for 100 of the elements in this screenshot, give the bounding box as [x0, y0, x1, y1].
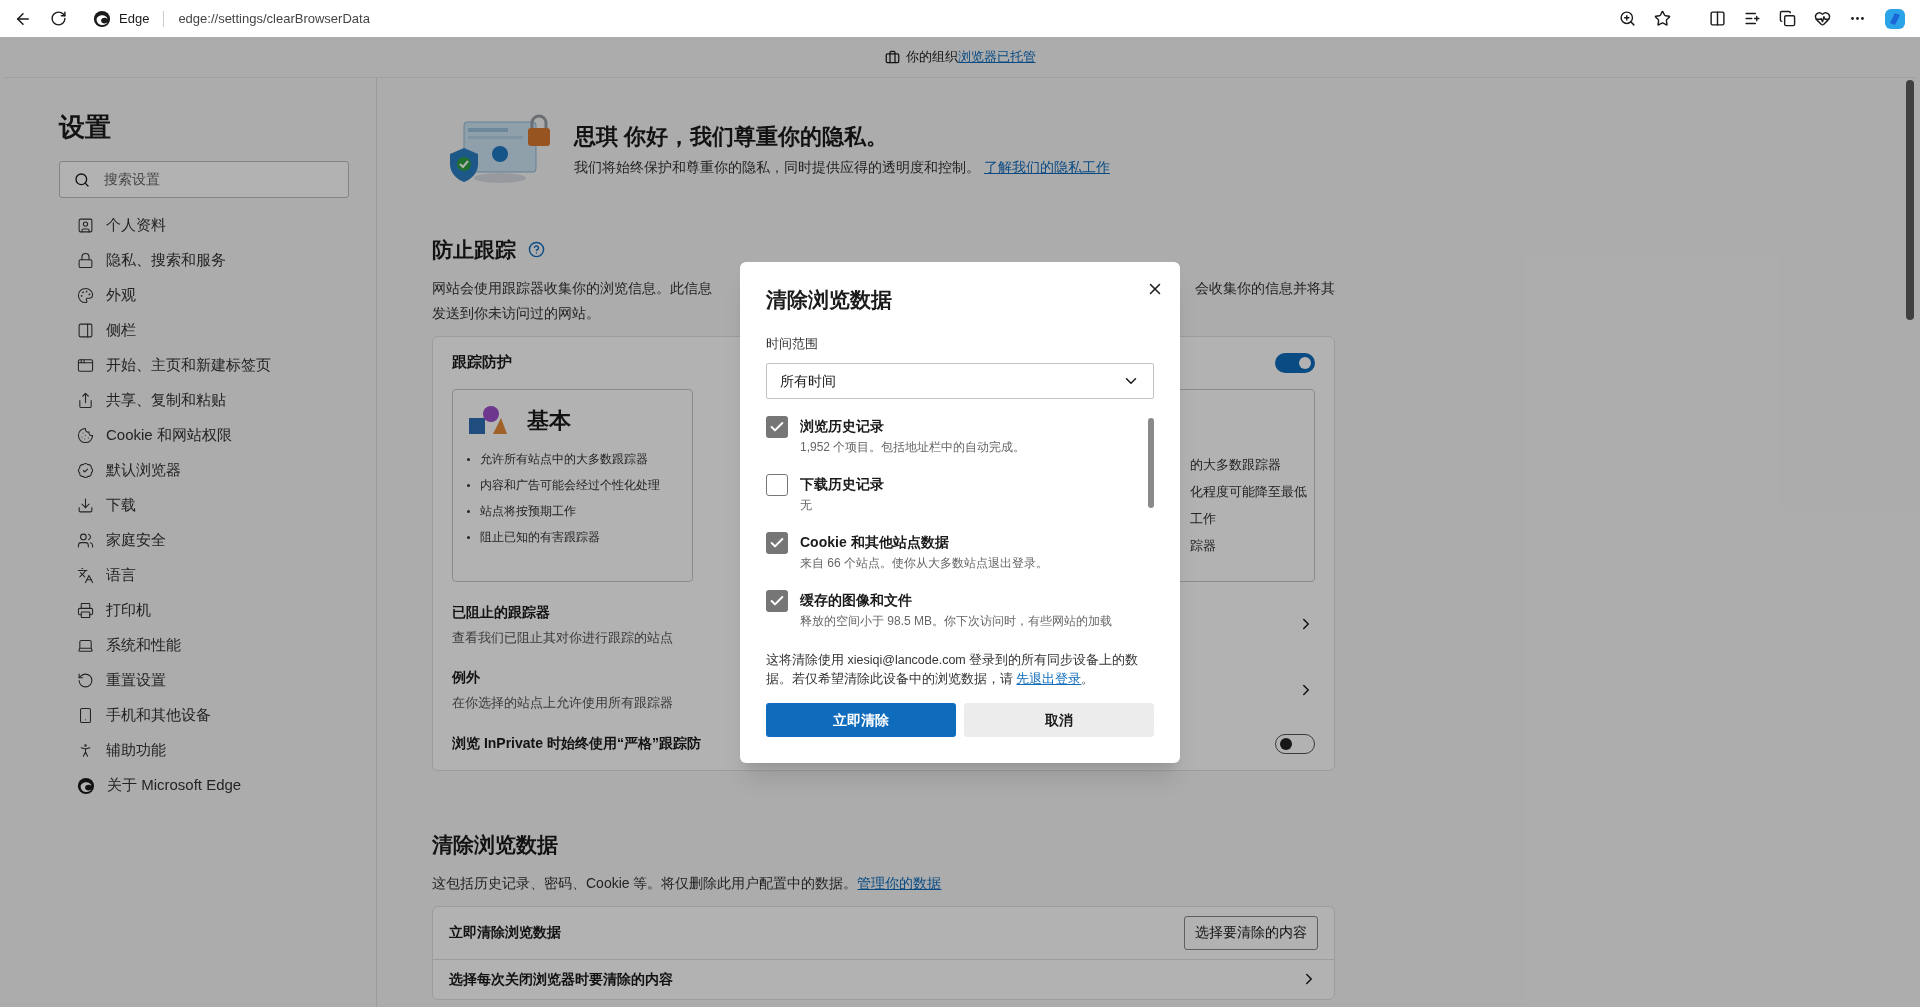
checkbox[interactable]: [766, 590, 788, 612]
level-bullet: 踪器: [1190, 537, 1217, 555]
sidebar-item[interactable]: Cookie 和网站权限: [59, 418, 376, 453]
checkbox[interactable]: [766, 416, 788, 438]
checkbox-detail: 来自 66 个站点。使你从大多数站点退出登录。: [800, 555, 1048, 571]
split-screen-icon[interactable]: [1709, 10, 1726, 27]
clear-now-button[interactable]: 立即清除: [766, 703, 956, 737]
favorite-star-icon[interactable]: [1654, 10, 1671, 27]
sidebar-item[interactable]: 隐私、搜索和服务: [59, 243, 376, 278]
sidebar-item[interactable]: 个人资料: [59, 208, 376, 243]
sidebar-item[interactable]: 辅助功能: [59, 733, 376, 768]
cookie-icon: [77, 427, 94, 444]
zoom-icon[interactable]: [1619, 10, 1636, 27]
sidebar-item[interactable]: 外观: [59, 278, 376, 313]
tracking-description: 网站会使用跟踪器收集你的浏览信息。此信息: [432, 278, 712, 298]
section-title: 清除浏览数据: [432, 832, 559, 858]
level-title: 基本: [527, 407, 571, 435]
managed-link[interactable]: 浏览器已托管: [957, 49, 1036, 65]
privacy-link[interactable]: 了解我们的隐私工作: [983, 159, 1110, 175]
sidebar-item[interactable]: 共享、复制和粘贴: [59, 383, 376, 418]
time-range-dropdown[interactable]: 所有时间: [766, 363, 1154, 399]
managed-notice: 你的组织浏览器已托管: [905, 48, 1036, 67]
sidebar-item[interactable]: 重置设置: [59, 663, 376, 698]
sidebar-item[interactable]: 侧栏: [59, 313, 376, 348]
printer-icon: [77, 602, 94, 619]
palette-icon: [77, 287, 94, 304]
level-bullet: 阻止已知的有害跟踪器: [480, 528, 600, 546]
level-bullet: 化程度可能降至最低: [1190, 483, 1308, 501]
toggle-switch[interactable]: [1275, 352, 1315, 373]
sidebar-item[interactable]: 打印机: [59, 593, 376, 628]
dialog-title: 清除浏览数据: [766, 287, 892, 313]
setting-label: 浏览 InPrivate 时始终使用“严格”跟踪防: [452, 734, 701, 753]
profile-icon: [77, 217, 94, 234]
checkbox-detail: 释放的空间小于 98.5 MB。你下次访问时，有些网站的加载: [800, 613, 1113, 629]
privacy-title: 思琪 你好，我们尊重你的隐私。: [574, 123, 890, 151]
sidebar-item[interactable]: 家庭安全: [59, 523, 376, 558]
share-icon: [77, 392, 94, 409]
sidebar-item[interactable]: 下载: [59, 488, 376, 523]
setting-description: 在你选择的站点上允许使用所有跟踪器: [452, 695, 673, 713]
laptop-icon: [77, 637, 94, 654]
setting-label: 立即清除浏览数据: [449, 923, 561, 942]
edge-logo-icon: [77, 776, 95, 795]
copilot-icon[interactable]: [1884, 7, 1906, 30]
window-icon: [77, 357, 94, 374]
checkbox-label: 缓存的图像和文件: [800, 591, 913, 610]
checkbox[interactable]: [766, 474, 788, 496]
sidebar-item[interactable]: 开始、主页和新建标签页: [59, 348, 376, 383]
refresh-icon[interactable]: [50, 10, 67, 27]
privacy-text: 我们将始终保护和尊重你的隐私，同时提供应得的透明度和控制。 了解我们的隐私工作: [574, 158, 1111, 177]
sidebar-item[interactable]: 关于 Microsoft Edge: [59, 768, 376, 803]
level-bullet: 的大多数跟踪器: [1190, 456, 1282, 474]
setting-description: 查看我们已阻止其对你进行跟踪的站点: [452, 629, 673, 647]
sidebar-item[interactable]: 语言: [59, 558, 376, 593]
briefcase-icon: [884, 49, 900, 65]
download-icon: [77, 497, 94, 514]
setting-label: 已阻止的跟踪器: [452, 602, 551, 622]
help-icon[interactable]: [528, 241, 545, 259]
setting-label: 跟踪防护: [452, 352, 512, 373]
checkbox[interactable]: [766, 532, 788, 554]
section-title: 防止跟踪: [432, 237, 516, 263]
checkbox-label: 下载历史记录: [800, 475, 884, 494]
lock-icon: [77, 252, 94, 269]
choose-clear-button[interactable]: 选择要清除的内容: [1184, 915, 1318, 950]
level-bullet: 允许所有站点中的大多数跟踪器: [480, 450, 648, 468]
search-field[interactable]: 搜索设置: [59, 161, 349, 198]
scrollbar-thumb[interactable]: [1906, 80, 1914, 320]
sidebar-item[interactable]: 默认浏览器: [59, 453, 376, 488]
sync-notice: 这将清除使用 xiesiqi@lancode.com 登录到的所有同步设备上的数据。若仅希望清除此设备中的浏览数据，请 先退出登录。: [766, 652, 1140, 688]
phone-icon: [77, 707, 94, 724]
toggle-switch[interactable]: [1275, 733, 1315, 754]
badge-check-icon: [77, 462, 94, 479]
address-field[interactable]: edge://settings/clearBrowserData: [178, 8, 370, 29]
level-bullet: 内容和广告可能会经过个性化处理: [480, 476, 660, 494]
cancel-button[interactable]: 取消: [964, 703, 1154, 737]
search-icon: [74, 171, 90, 188]
level-bullet: 工作: [1190, 510, 1217, 528]
checkbox-detail: 无: [800, 497, 813, 513]
level-bullet: 站点将按预期工作: [480, 502, 576, 520]
sidebar-title: 设置: [59, 111, 112, 144]
sidebar-item[interactable]: 手机和其他设备: [59, 698, 376, 733]
checkbox-detail: 1,952 个项目。包括地址栏中的自动完成。: [800, 439, 1026, 455]
browser-logo-icon: [93, 9, 111, 28]
checkbox-label: Cookie 和其他站点数据: [800, 533, 950, 552]
setting-label: 选择每次关闭浏览器时要清除的内容: [449, 969, 673, 989]
sign-out-link[interactable]: 先退出登录: [1016, 672, 1082, 686]
favorites-icon[interactable]: [1744, 10, 1761, 27]
search-input[interactable]: 搜索设置: [104, 169, 285, 190]
browser-label: Edge: [119, 9, 150, 28]
tracking-description: 会收集你的信息并将其: [1195, 278, 1335, 298]
tracking-description: 发送到你未访问过的网站。: [432, 303, 600, 323]
sidebar-item[interactable]: 系统和性能: [59, 628, 376, 663]
sidebar-panel-icon: [77, 322, 94, 339]
language-icon: [77, 567, 94, 584]
level-card[interactable]: 基本 允许所有站点中的大多数跟踪器 内容和广告可能会经过个性化处理 站点将按预期工作 阻止已知的有害跟踪器: [452, 388, 693, 582]
scrollbar-thumb[interactable]: [1148, 418, 1154, 508]
setting-label: 例外: [452, 668, 481, 688]
manage-data-link[interactable]: 管理你的数据: [857, 874, 942, 891]
collections-icon[interactable]: [1779, 10, 1796, 27]
reset-icon: [77, 672, 94, 689]
performance-icon[interactable]: [1814, 10, 1831, 27]
